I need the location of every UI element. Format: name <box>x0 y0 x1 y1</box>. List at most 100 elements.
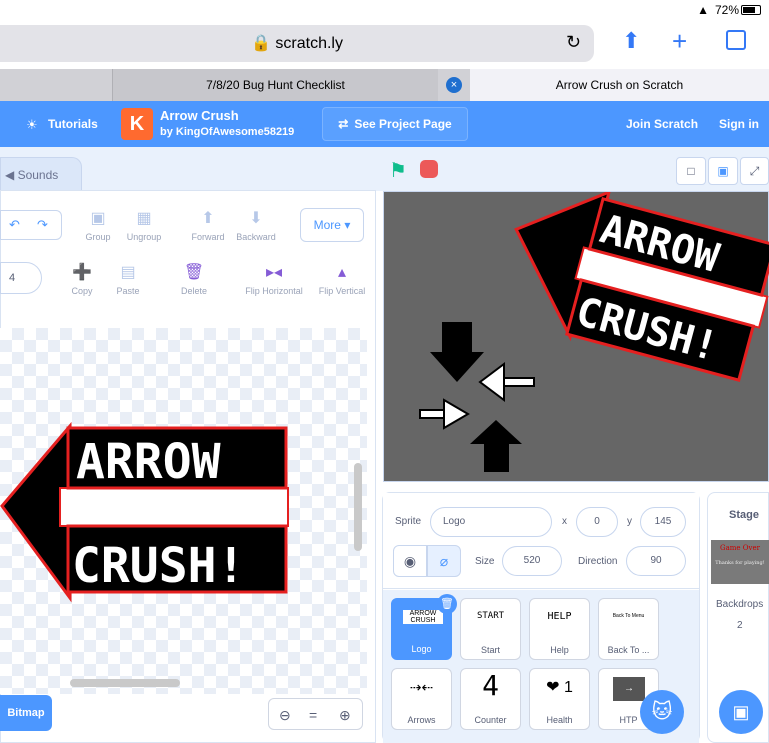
backdrop-line1: Game Over <box>720 544 760 552</box>
hide-sprite-icon[interactable]: ⌀ <box>427 545 461 577</box>
sprite-thumb: ❤ 1 <box>546 679 573 696</box>
sprite-thumb: ⇢⇠ <box>409 679 434 695</box>
convert-to-bitmap-button[interactable]: Bitmap <box>0 695 52 731</box>
x-input[interactable]: 0 <box>576 507 618 537</box>
backdrops-label: Backdrops <box>716 599 764 610</box>
delete-label: Delete <box>180 286 207 296</box>
green-flag-icon[interactable]: ⚑ <box>389 158 407 183</box>
stage-canvas[interactable]: ARROW CRUSH! <box>383 189 769 482</box>
sprite-name: Start <box>480 645 500 655</box>
sprite-card-back-to[interactable]: Back To Menu Back To ... <box>598 598 659 660</box>
delete-sprite-icon[interactable]: 🗑︎ <box>437 594 457 614</box>
flip-horizontal-button[interactable]: ▸◂ Flip Horizontal <box>238 262 310 296</box>
vertical-scrollbar[interactable] <box>354 463 362 551</box>
zoom-reset-icon[interactable]: = <box>309 707 317 723</box>
remix-icon: ⇄ <box>338 117 349 131</box>
delete-button[interactable]: 🗑︎ Delete <box>166 262 222 296</box>
size-label: Size <box>475 556 495 567</box>
url-text[interactable]: 🔒 scratch.ly <box>0 25 594 62</box>
flip-vertical-button[interactable]: ▴ Flip Vertical <box>312 262 372 296</box>
sprite-card-help[interactable]: HELP Help <box>529 598 590 660</box>
backward-button[interactable]: ⬇ Backward <box>228 208 284 242</box>
see-project-label: See Project Page <box>354 117 452 131</box>
new-tab-icon[interactable]: + <box>672 26 687 57</box>
sign-in-button[interactable]: Sign in <box>719 117 759 131</box>
flip-horizontal-label: Flip Horizontal <box>245 286 303 296</box>
sprite-name: Help <box>550 645 569 655</box>
backdrops-count: 2 <box>737 620 743 631</box>
sprite-card-health[interactable]: ❤ 1 Health <box>529 668 590 730</box>
stop-icon[interactable] <box>420 160 438 178</box>
left-arrow-sprite <box>478 362 505 402</box>
status-bar: ▲ 72% <box>0 0 769 20</box>
undo-icon[interactable]: ↶ <box>9 217 20 233</box>
sprite-label: Sprite <box>395 516 422 527</box>
redo-icon[interactable]: ↷ <box>37 217 48 233</box>
show-sprite-icon[interactable]: ◉ <box>393 545 427 577</box>
tab-bug-hunt[interactable]: 7/8/20 Bug Hunt Checklist <box>112 69 438 101</box>
reload-icon[interactable]: ↻ <box>566 32 581 53</box>
tabs-overview-icon[interactable] <box>726 30 746 50</box>
tab-close-icon[interactable]: × <box>446 77 462 93</box>
fullscreen-icon[interactable]: ⤢ <box>740 157 769 185</box>
paste-label: Paste <box>116 286 140 296</box>
add-backdrop-icon[interactable]: ▣ <box>719 690 763 734</box>
forward-label: Forward <box>191 232 225 242</box>
paint-canvas[interactable]: ARROW CRUSH! <box>0 328 367 694</box>
sprite-name: Counter <box>474 715 507 725</box>
sprite-name-input[interactable]: Logo <box>430 507 552 537</box>
project-thumbnail-icon: K <box>121 108 153 140</box>
horizontal-scrollbar[interactable] <box>70 679 180 687</box>
direction-input[interactable]: 90 <box>626 546 686 576</box>
project-title: Arrow Crush <box>160 108 239 123</box>
sprite-thumb: → <box>613 677 645 701</box>
see-project-page-button[interactable]: ⇄ See Project Page <box>322 107 468 141</box>
backward-label: Backward <box>236 232 276 242</box>
y-label: y <box>627 516 632 527</box>
small-stage-icon[interactable]: □ <box>676 157 706 185</box>
share-icon[interactable]: ⬆ <box>622 28 640 54</box>
sprite-card-arrows[interactable]: ⇢⇠ Arrows <box>391 668 452 730</box>
tutorials-button[interactable]: Tutorials <box>48 117 98 131</box>
sprite-thumb: START <box>476 611 505 621</box>
sprite-name: Back To ... <box>607 645 650 655</box>
tab-arrow-crush[interactable]: Arrow Crush on Scratch <box>470 69 769 101</box>
normal-stage-icon[interactable]: ▣ <box>708 157 738 185</box>
sounds-tab-label: Sounds <box>17 168 59 182</box>
backward-icon: ⬇ <box>249 210 263 227</box>
join-scratch-button[interactable]: Join Scratch <box>626 117 698 131</box>
size-input[interactable]: 520 <box>502 546 562 576</box>
sprite-card-start[interactable]: START Start <box>460 598 521 660</box>
copy-label: Copy <box>71 286 93 296</box>
stage-label: Stage <box>729 509 759 521</box>
undo-redo-group[interactable]: ↶ ↷ <box>0 210 62 240</box>
backdrop-line2: Thanks for playing! <box>715 560 765 566</box>
project-author: by KingOfAwesome58219 <box>160 126 295 138</box>
tab-sounds[interactable]: ◀︎ Sounds <box>0 157 82 191</box>
sprite-thumb: 4 <box>482 669 499 702</box>
speaker-icon: ◀︎ <box>5 168 15 182</box>
wifi-icon: ▲ <box>697 3 709 17</box>
zoom-out-icon[interactable]: ⊖ <box>279 707 291 724</box>
sprite-name: Arrows <box>407 715 436 725</box>
ungroup-button[interactable]: ▦ Ungroup <box>116 208 172 242</box>
down-arrow-sprite <box>430 322 484 382</box>
sprite-card-counter[interactable]: 4 Counter <box>460 668 521 730</box>
up-arrow-sprite <box>470 420 522 472</box>
sprite-thumb: ARROW CRUSH <box>403 610 443 624</box>
costume-artwork: ARROW CRUSH! <box>0 421 289 603</box>
x-label: x <box>562 516 567 527</box>
sprite-thumb: Back To Menu <box>612 613 645 619</box>
backdrop-thumbnail: Game Over Thanks for playing! <box>711 540 769 584</box>
battery-icon <box>741 5 761 15</box>
brush-size-input[interactable]: 4 <box>0 262 42 294</box>
more-button[interactable]: More ▾ <box>300 208 364 242</box>
costume-text-crush: CRUSH! <box>72 538 245 594</box>
add-sprite-icon[interactable]: 🐱︎ <box>640 690 684 734</box>
y-input[interactable]: 145 <box>640 507 686 537</box>
flip-vertical-icon: ▴ <box>337 264 347 281</box>
direction-label: Direction <box>578 556 618 567</box>
paste-button[interactable]: ▤ Paste <box>100 262 156 296</box>
stage-artwork: ARROW CRUSH! <box>419 189 769 472</box>
zoom-in-icon[interactable]: ⊕ <box>339 707 351 724</box>
